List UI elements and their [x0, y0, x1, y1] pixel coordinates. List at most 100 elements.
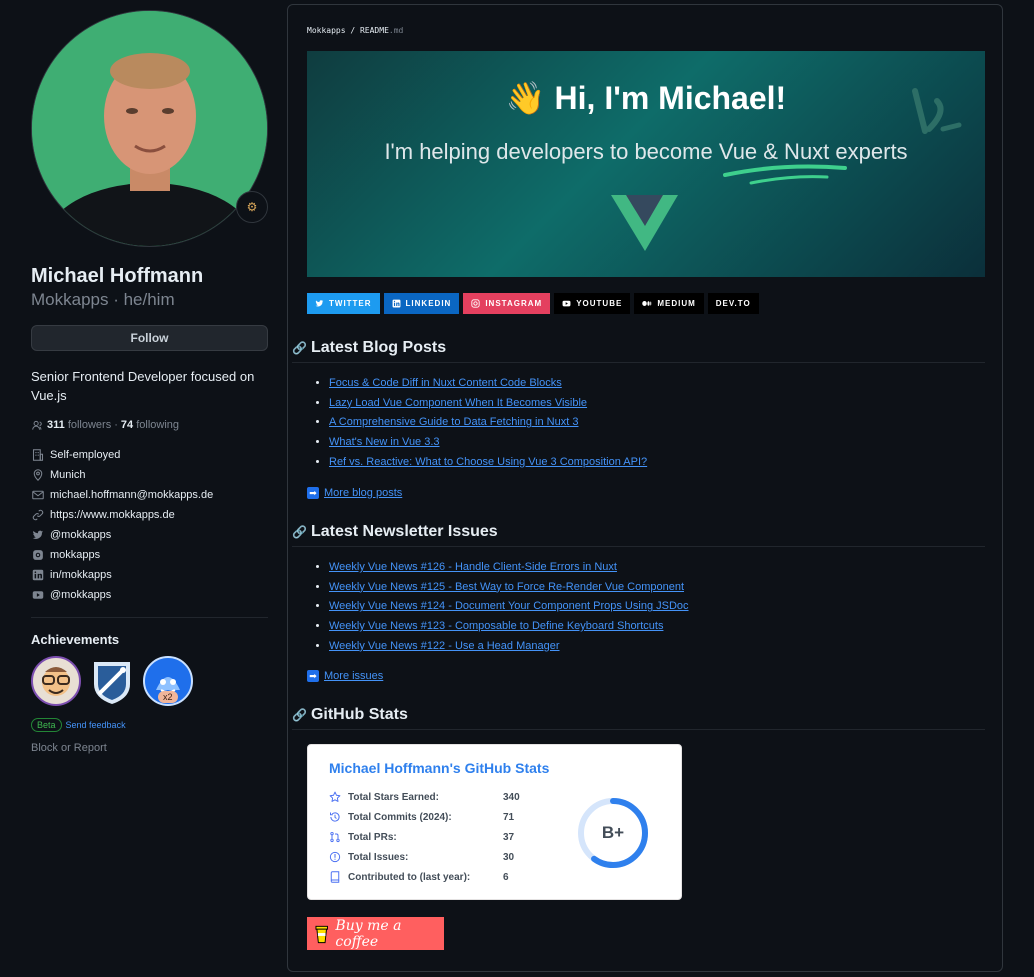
email-link[interactable]: michael.hoffmann@mokkapps.de: [50, 489, 213, 501]
follow-stats: 311 followers · 74 following: [31, 419, 268, 431]
twitter-link[interactable]: @mokkapps: [50, 529, 111, 541]
blog-post-link[interactable]: What's New in Vue 3.3: [329, 436, 440, 448]
youtube-link[interactable]: @mokkapps: [50, 589, 111, 601]
beta-label: Beta: [31, 718, 62, 732]
newsletter-list: Weekly Vue News #126 - Handle Client-Sid…: [329, 561, 689, 659]
coffee-cup-icon: [315, 925, 328, 943]
sidebar-divider: [31, 617, 268, 618]
twitter-icon: [31, 529, 44, 542]
medium-icon: [642, 301, 652, 306]
send-feedback-link[interactable]: Send feedback: [66, 720, 126, 730]
devto-badge[interactable]: DEV.TO: [707, 293, 759, 314]
buy-me-a-coffee-button[interactable]: Buy me a coffee: [307, 917, 444, 950]
blog-post-link[interactable]: Focus & Code Diff in Nuxt Content Code B…: [329, 377, 562, 389]
status-icon: ⚙: [246, 200, 258, 214]
block-report-link[interactable]: Block or Report: [31, 742, 268, 754]
list-item: Weekly Vue News #124 - Document Your Com…: [329, 600, 689, 620]
profile-details: Self-employed Munich michael.hoffmann@mo…: [31, 445, 268, 605]
more-blog-posts-link[interactable]: More blog posts: [324, 487, 402, 499]
social-badges: TWITTER LINKEDIN INSTAGRAM YOUTUBE MEDIU…: [307, 293, 759, 314]
linkedin-badge[interactable]: LINKEDIN: [383, 293, 460, 314]
blog-post-link[interactable]: Ref vs. Reactive: What to Choose Using V…: [329, 456, 647, 468]
medium-badge[interactable]: MEDIUM: [634, 293, 704, 314]
github-stats-card[interactable]: Michael Hoffmann's GitHub Stats Total St…: [307, 744, 682, 900]
anchor-link-icon[interactable]: 🔗: [292, 708, 307, 722]
detail-twitter[interactable]: @mokkapps: [31, 525, 268, 545]
blog-post-link[interactable]: Lazy Load Vue Component When It Becomes …: [329, 397, 587, 409]
newsletter-link[interactable]: Weekly Vue News #123 - Composable to Def…: [329, 620, 663, 632]
newsletter-link[interactable]: Weekly Vue News #124 - Document Your Com…: [329, 600, 689, 612]
crumb-file[interactable]: README: [360, 26, 389, 35]
feedback-row: Beta Send feedback: [31, 718, 268, 732]
stats-card-title: Michael Hoffmann's GitHub Stats: [329, 760, 550, 776]
stats-row: Total Issues: 30: [328, 847, 520, 867]
stats-row: Total Commits (2024): 71: [328, 807, 520, 827]
profile-bio: Senior Frontend Developer focused on Vue…: [31, 369, 255, 403]
banner-title: 👋 Hi, I'm Michael!: [505, 80, 787, 116]
following-link[interactable]: 74 following: [121, 419, 179, 431]
twitter-badge[interactable]: TWITTER: [307, 293, 380, 314]
blog-heading: 🔗 Latest Blog Posts: [292, 339, 985, 363]
more-issues-link[interactable]: More issues: [324, 670, 383, 682]
detail-email[interactable]: michael.hoffmann@mokkapps.de: [31, 485, 268, 505]
anchor-link-icon[interactable]: 🔗: [292, 341, 307, 355]
detail-instagram[interactable]: mokkapps: [31, 545, 268, 565]
link-icon: [31, 509, 44, 522]
star-icon: [328, 791, 341, 804]
list-item: Weekly Vue News #123 - Composable to Def…: [329, 620, 689, 640]
mail-icon: [31, 489, 44, 502]
rank-grade: B+: [601, 823, 625, 842]
linkedin-link[interactable]: in/mokkapps: [50, 569, 112, 581]
newsletter-link[interactable]: Weekly Vue News #125 - Best Way to Force…: [329, 581, 684, 593]
blog-post-link[interactable]: A Comprehensive Guide to Data Fetching i…: [329, 416, 578, 428]
youtube-icon: [31, 589, 44, 602]
newsletter-link[interactable]: Weekly Vue News #126 - Handle Client-Sid…: [329, 561, 617, 573]
website-link[interactable]: https://www.mokkapps.de: [50, 509, 175, 521]
instagram-icon: [31, 549, 44, 562]
pull-request-icon: [328, 831, 341, 844]
youtube-badge[interactable]: YOUTUBE: [554, 293, 631, 314]
avatar[interactable]: [31, 10, 268, 247]
blog-post-list: Focus & Code Diff in Nuxt Content Code B…: [329, 377, 647, 475]
achievement-badges: x2: [31, 656, 268, 706]
profile-sidebar: ⚙ Michael Hoffmann Mokkapps · he/him Fol…: [31, 10, 268, 754]
readme-breadcrumb: Mokkapps / README.md: [307, 26, 404, 35]
more-issues: ➡ More issues: [307, 670, 383, 682]
waving-hand-icon: 👋: [505, 80, 546, 116]
list-item: Lazy Load Vue Component When It Becomes …: [329, 397, 647, 417]
detail-linkedin[interactable]: in/mokkapps: [31, 565, 268, 585]
detail-youtube[interactable]: @mokkapps: [31, 585, 268, 605]
list-item: Weekly Vue News #122 - Use a Head Manage…: [329, 640, 689, 660]
banner-subtitle: I'm helping developers to become Vue & N…: [384, 139, 908, 164]
anchor-link-icon[interactable]: 🔗: [292, 525, 307, 539]
avatar-container: ⚙: [31, 10, 268, 247]
newsletter-heading: 🔗 Latest Newsletter Issues: [292, 523, 985, 547]
instagram-link[interactable]: mokkapps: [50, 549, 100, 561]
twitter-icon: [315, 300, 324, 307]
achievement-badge-arctic-code-vault[interactable]: [87, 656, 137, 706]
detail-company: Self-employed: [31, 445, 268, 465]
linkedin-icon: [31, 569, 44, 582]
arrow-right-icon: ➡: [307, 670, 319, 682]
crumb-user-link[interactable]: Mokkapps: [307, 26, 346, 35]
list-item: Focus & Code Diff in Nuxt Content Code B…: [329, 377, 647, 397]
more-blog-posts: ➡ More blog posts: [307, 487, 402, 499]
profile-name: Michael Hoffmann: [31, 265, 204, 287]
youtube-icon: [562, 300, 571, 307]
detail-website[interactable]: https://www.mokkapps.de: [31, 505, 268, 525]
stats-row: Total Stars Earned: 340: [328, 787, 520, 807]
instagram-badge[interactable]: INSTAGRAM: [463, 293, 551, 314]
list-item: What's New in Vue 3.3: [329, 436, 647, 456]
achievement-badge-pair-extraordinaire[interactable]: [31, 656, 81, 706]
profile-login: Mokkapps · he/him: [31, 290, 175, 309]
followers-link[interactable]: 311 followers: [47, 419, 111, 431]
stats-row: Contributed to (last year): 6: [328, 867, 520, 887]
list-item: Weekly Vue News #126 - Handle Client-Sid…: [329, 561, 689, 581]
status-emoji-button[interactable]: ⚙: [236, 191, 268, 223]
repo-icon: [328, 871, 341, 884]
newsletter-link[interactable]: Weekly Vue News #122 - Use a Head Manage…: [329, 640, 560, 652]
list-item: A Comprehensive Guide to Data Fetching i…: [329, 416, 647, 436]
follow-button[interactable]: Follow: [31, 325, 268, 351]
location-icon: [31, 469, 44, 482]
detail-location: Munich: [31, 465, 268, 485]
